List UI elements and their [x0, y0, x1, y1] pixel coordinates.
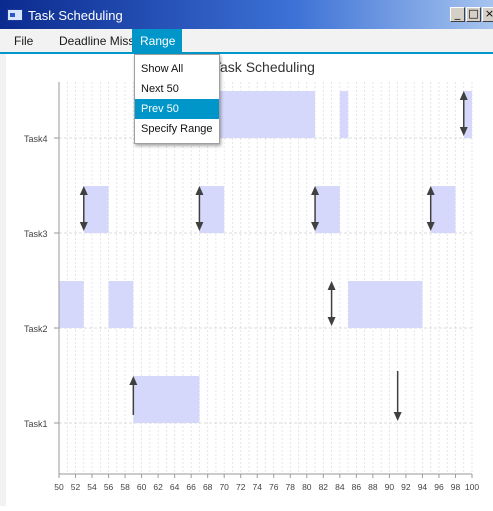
- x-tick-label: 76: [269, 482, 279, 492]
- execution-bar: [315, 186, 340, 233]
- x-tick-label: 58: [120, 482, 130, 492]
- execution-bar: [339, 91, 349, 138]
- x-tick-label: 80: [302, 482, 312, 492]
- range-specify-range[interactable]: Specify Range: [135, 119, 219, 139]
- x-tick-label: 72: [236, 482, 246, 492]
- execution-bars: [59, 91, 472, 423]
- marker-up-head: [327, 281, 336, 290]
- chart-grid: [58, 82, 473, 474]
- x-tick-label: 96: [434, 482, 444, 492]
- x-tick-label: 66: [186, 482, 196, 492]
- x-tick-label: 64: [170, 482, 180, 492]
- execution-bar: [83, 186, 109, 233]
- y-tick-label: Task4: [24, 134, 48, 144]
- range-prev-50[interactable]: Prev 50: [135, 99, 219, 119]
- range-show-all[interactable]: Show All: [135, 59, 219, 79]
- maximize-button[interactable]: □: [466, 7, 481, 22]
- x-tick-label: 62: [153, 482, 163, 492]
- x-tick-label: 70: [219, 482, 229, 492]
- chart-panel: Task Scheduling 50 52 54 56 58 60 62 64 66 68 70 72…: [0, 54, 493, 506]
- x-tick-label: 60: [137, 482, 147, 492]
- x-tick-label: 86: [352, 482, 362, 492]
- x-tick-label: 74: [253, 482, 263, 492]
- close-button[interactable]: ×: [482, 7, 493, 22]
- y-tick-label: Task2: [24, 324, 48, 334]
- x-tick-label: 78: [286, 482, 296, 492]
- execution-bar: [199, 186, 225, 233]
- release-deadline-marker: [327, 281, 336, 326]
- range-dropdown-menu: Show All Next 50 Prev 50 Specify Range: [134, 54, 220, 144]
- app-icon: [7, 9, 23, 21]
- menu-deadline-miss[interactable]: Deadline Miss: [51, 29, 142, 53]
- x-tick-label: 92: [401, 482, 411, 492]
- range-next-50[interactable]: Next 50: [135, 79, 219, 99]
- y-axis: Task4 Task3 Task2 Task1: [24, 82, 60, 474]
- execution-bar: [207, 91, 316, 138]
- menu-bar: File Deadline Miss Range: [0, 29, 493, 53]
- x-axis: 50 52 54 56 58 60 62 64 66 68 70 72 74 76 78 80 82 84 86 88…: [54, 473, 479, 492]
- x-tick-label: 98: [451, 482, 461, 492]
- x-tick-label: 94: [418, 482, 428, 492]
- execution-bar: [108, 281, 134, 328]
- minimize-button[interactable]: _: [450, 7, 465, 22]
- x-tick-label: 68: [203, 482, 213, 492]
- x-tick-label: 54: [87, 482, 97, 492]
- execution-bar: [133, 376, 200, 423]
- title-bar[interactable]: Task Scheduling _ □ ×: [0, 0, 493, 29]
- gantt-chart: Task Scheduling 50 52 54 56 58 60 62 64 66 68 70 72…: [24, 59, 479, 492]
- x-tick-label: 84: [335, 482, 345, 492]
- y-tick-label: Task1: [24, 419, 48, 429]
- marker-down-head: [393, 412, 402, 421]
- marker-down-head: [327, 317, 336, 326]
- execution-bar: [59, 281, 84, 328]
- deadline-marker: [393, 371, 402, 421]
- chart-title: Task Scheduling: [213, 59, 315, 75]
- y-tick-label: Task3: [24, 229, 48, 239]
- execution-bar: [430, 186, 456, 233]
- app-window: Task Scheduling _ □ × File Deadline Miss…: [0, 0, 493, 506]
- x-tick-label: 90: [385, 482, 395, 492]
- x-tick-label: 100: [465, 482, 479, 492]
- x-tick-label: 50: [54, 482, 64, 492]
- execution-bar: [348, 281, 423, 328]
- x-tick-label: 82: [319, 482, 329, 492]
- menu-file[interactable]: File: [6, 29, 41, 53]
- menu-range[interactable]: Range: [132, 29, 182, 53]
- window-title: Task Scheduling: [28, 8, 123, 23]
- x-tick-label: 56: [104, 482, 114, 492]
- x-tick-label: 88: [368, 482, 378, 492]
- x-tick-label: 52: [71, 482, 81, 492]
